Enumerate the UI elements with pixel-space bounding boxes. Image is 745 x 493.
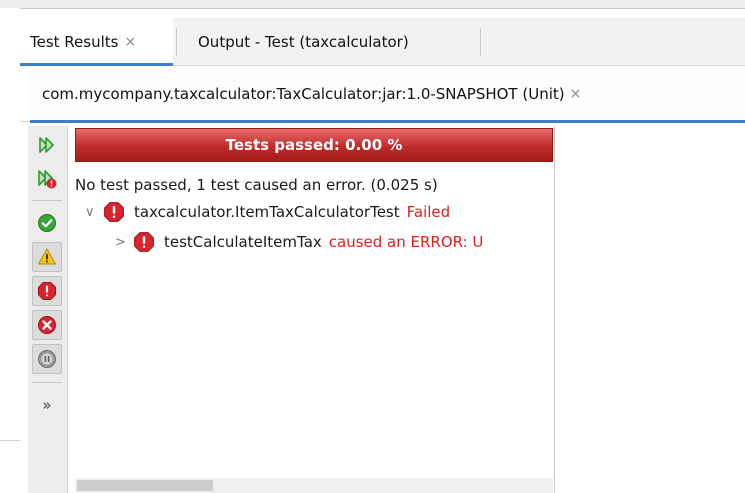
test-method-status: caused an ERROR: U xyxy=(328,233,484,251)
show-passed-button[interactable] xyxy=(32,208,62,238)
show-skipped-button[interactable] xyxy=(32,344,62,374)
more-toolbar-button[interactable]: » xyxy=(32,390,62,420)
tab-test-results-label: Test Results xyxy=(30,32,119,51)
show-warnings-button[interactable] xyxy=(32,242,62,272)
test-results-toolbar: » xyxy=(28,126,68,493)
test-session-tab-bar: com.mycompany.taxcalculator:TaxCalculato… xyxy=(20,66,745,123)
rerun-icon xyxy=(39,137,54,153)
window-top-border xyxy=(20,8,745,9)
horizontal-scrollbar[interactable] xyxy=(75,478,553,493)
tree-node-test-method[interactable]: > testCalculateItemTax caused an ERROR: … xyxy=(115,231,483,253)
tab-separator xyxy=(480,28,481,56)
chevron-down-icon[interactable]: ∨ xyxy=(85,205,103,220)
show-skipped-icon xyxy=(38,350,56,368)
show-failures-button[interactable] xyxy=(32,310,62,340)
tab-test-session[interactable]: com.mycompany.taxcalculator:TaxCalculato… xyxy=(30,66,745,123)
tab-output-test-label: Output - Test (taxcalculator) xyxy=(198,32,409,51)
show-errors-button[interactable] xyxy=(32,276,62,306)
tab-separator xyxy=(176,28,177,56)
close-icon[interactable]: × xyxy=(124,34,136,50)
tree-node-test-class[interactable]: ∨ taxcalculator.ItemTaxCalculatorTest Fa… xyxy=(85,201,450,223)
test-class-name: taxcalculator.ItemTaxCalculatorTest xyxy=(134,203,400,221)
window-left-gutter xyxy=(0,9,20,493)
tab-test-results[interactable]: Test Results × xyxy=(20,18,173,66)
tab-test-session-label: com.mycompany.taxcalculator:TaxCalculato… xyxy=(42,85,565,103)
show-errors-icon xyxy=(38,282,56,300)
rerun-failed-button[interactable] xyxy=(32,164,62,194)
window-top-edge xyxy=(0,0,745,8)
tests-progress-bar: Tests passed: 0.00 % xyxy=(75,128,553,162)
show-passed-icon xyxy=(38,214,56,232)
close-icon[interactable]: × xyxy=(570,86,582,102)
error-icon xyxy=(134,232,154,252)
toolbar-separator xyxy=(32,200,62,201)
toolbar-separator xyxy=(32,382,62,383)
progress-label: Tests passed: 0.00 % xyxy=(225,136,403,154)
test-class-status: Failed xyxy=(406,203,451,221)
test-method-name: testCalculateItemTax xyxy=(164,233,322,251)
scrollbar-thumb[interactable] xyxy=(77,480,213,491)
chevron-right-icon[interactable]: > xyxy=(115,235,133,250)
error-icon xyxy=(104,202,124,222)
gutter-divider xyxy=(0,440,20,441)
test-results-viewport: Tests passed: 0.00 % No test passed, 1 t… xyxy=(75,126,553,493)
tab-output-test[interactable]: Output - Test (taxcalculator) xyxy=(188,18,478,65)
rerun-failed-icon xyxy=(38,170,57,189)
test-results-panel: Tests passed: 0.00 % No test passed, 1 t… xyxy=(75,126,555,493)
show-warnings-icon xyxy=(38,248,56,265)
show-failures-icon xyxy=(38,316,56,334)
results-summary: No test passed, 1 test caused an error. … xyxy=(75,176,438,194)
output-tab-bar: Test Results × Output - Test (taxcalcula… xyxy=(20,18,745,66)
more-icon: » xyxy=(42,396,52,414)
rerun-button[interactable] xyxy=(32,130,62,160)
